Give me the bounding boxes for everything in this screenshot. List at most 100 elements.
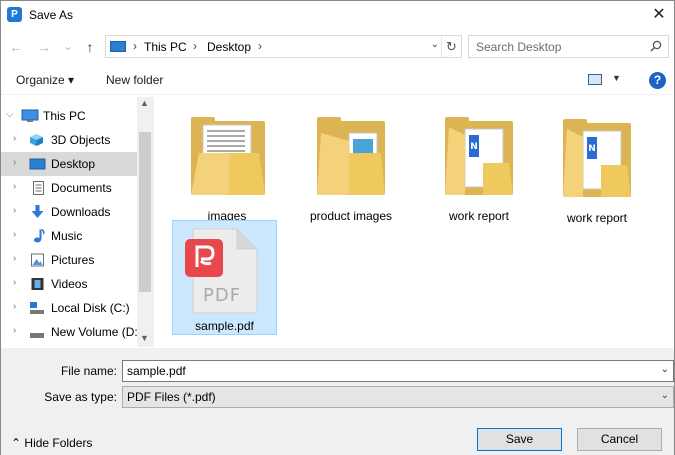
sidebar-item-3d-objects[interactable]: › 3D Objects [1,128,137,152]
file-label: sample.pdf [195,319,254,333]
picture-icon [31,253,44,267]
navigation-pane: ⌵ This PC › 3D Objects › Desktop › Docum… [1,97,154,347]
download-arrow-icon [31,205,44,218]
folder-item-product-images[interactable]: product images [299,103,403,223]
save-form: File name: sample.pdf ⌄ Save as type: PD… [1,348,674,455]
change-view-icon[interactable] [588,74,602,85]
command-toolbar: Organize ▾ New folder ▼ ? [1,65,674,95]
file-name-value[interactable]: sample.pdf [127,364,186,378]
svg-text:N: N [470,142,478,152]
sidebar-item-label: 3D Objects [51,133,111,147]
sidebar-item-music[interactable]: › Music [1,224,137,248]
sidebar-item-label: Music [51,229,83,243]
scroll-up-icon[interactable]: ▲ [140,98,149,108]
wps-p-icon: P [7,7,22,22]
recent-locations-chevron-icon[interactable]: ⌄ [59,37,77,57]
sidebar-item-pictures[interactable]: › Pictures [1,248,137,272]
film-icon [31,278,44,290]
chevron-down-icon[interactable]: ⌄ [661,364,669,375]
search-box[interactable]: Search Desktop [468,35,669,58]
address-dropdown-chevron-icon[interactable]: ⌄ [431,39,439,50]
svg-text:N: N [588,144,596,154]
sidebar-item-label: Local Disk (C:) [51,301,130,315]
file-name-input[interactable]: sample.pdf ⌄ [122,360,674,382]
address-bar[interactable]: › This PC › Desktop › ⌄ ↻ [105,35,462,58]
chevron-right-icon[interactable]: › [13,277,16,288]
monitor-icon [21,109,39,122]
document-icon [33,181,44,195]
sidebar-item-local-disk-c[interactable]: › Local Disk (C:) [1,296,137,320]
chevron-right-icon[interactable]: › [13,205,16,216]
sidebar-scrollbar[interactable]: ▲ ▼ [137,97,153,347]
folder-item-images[interactable]: images [175,103,279,223]
sidebar-item-downloads[interactable]: › Downloads [1,200,137,224]
save-button[interactable]: Save [477,428,562,451]
save-as-type-label: Save as type: [44,390,117,404]
organize-button[interactable]: Organize ▾ [16,73,74,87]
file-name-label: File name: [60,364,117,378]
chevron-right-icon[interactable]: › [13,181,16,192]
sidebar-item-label: Downloads [51,205,111,219]
sidebar-item-videos[interactable]: › Videos [1,272,137,296]
close-button[interactable]: ✕ [644,1,674,29]
folder-with-papers-icon [191,117,265,195]
forward-arrow-icon[interactable]: → [35,37,53,57]
monitor-icon [110,41,126,52]
music-note-icon [34,229,45,243]
breadcrumb-this-pc[interactable]: This PC [144,40,187,54]
breadcrumb-desktop[interactable]: Desktop [207,40,251,54]
search-icon[interactable] [650,40,662,52]
sidebar-item-label: Documents [51,181,112,195]
chevron-right-icon[interactable]: › [13,229,16,240]
chevron-right-icon[interactable]: › [13,325,16,336]
help-icon[interactable]: ? [649,72,666,89]
scrollbar-thumb[interactable] [139,132,151,292]
save-as-dialog: P Save As ✕ ← → ⌄ ↑ › This PC › Desktop … [0,0,675,455]
new-folder-button[interactable]: New folder [106,73,163,87]
chevron-up-icon: ⌃ [11,436,22,450]
chevron-right-icon[interactable]: › [13,133,16,144]
sidebar-item-label: New Volume (D: [51,325,138,339]
cancel-button[interactable]: Cancel [577,428,662,451]
pdf-badge-text: PDF [203,285,242,306]
breadcrumb-separator[interactable]: › [258,39,262,53]
breadcrumb-separator[interactable]: › [133,39,137,53]
chevron-right-icon[interactable]: › [13,301,16,312]
file-item-sample-pdf[interactable]: PDF sample.pdf [172,220,277,335]
breadcrumb-separator[interactable]: › [193,39,197,53]
hide-folders-label: Hide Folders [24,436,93,450]
sidebar-item-documents[interactable]: › Documents [1,176,137,200]
file-list: images product images N work report N wo… [155,97,674,347]
folder-with-word-docs-icon: N [563,119,631,197]
refresh-icon[interactable]: ↻ [441,36,461,57]
navigation-bar: ← → ⌄ ↑ › This PC › Desktop › ⌄ ↻ Search… [1,33,674,61]
chevron-down-icon[interactable]: ⌵ [6,109,14,120]
cube-icon [30,134,43,146]
chevron-right-icon[interactable]: › [13,253,16,264]
search-input[interactable]: Search Desktop [476,40,561,54]
sidebar-item-new-volume-d[interactable]: › New Volume (D: [1,320,138,344]
title-bar: P Save As ✕ [1,1,674,31]
view-options-chevron-icon[interactable]: ▼ [612,73,621,83]
sidebar-item-desktop[interactable]: › Desktop [1,152,137,176]
chevron-right-icon[interactable]: › [13,157,16,168]
desktop-icon [29,158,46,170]
folder-item-work-report[interactable]: N work report [427,103,531,223]
save-as-type-select[interactable]: PDF Files (*.pdf) ⌄ [122,386,674,408]
sidebar-item-label: Videos [51,277,88,291]
chevron-down-icon[interactable]: ⌄ [661,390,669,401]
up-arrow-icon[interactable]: ↑ [81,37,99,57]
scroll-down-icon[interactable]: ▼ [140,333,149,343]
folder-with-images-icon [317,117,385,195]
back-arrow-icon[interactable]: ← [7,37,25,57]
file-label: work report [448,209,510,223]
folder-item-work-report[interactable]: N work report [545,105,649,225]
sidebar-item-label: Desktop [51,157,96,171]
sidebar-item-this-pc[interactable]: ⌵ This PC [1,104,137,128]
sidebar-item-label: Pictures [51,253,95,267]
folder-with-word-docs-icon: N [445,117,513,195]
file-label: product images [309,209,393,223]
save-as-type-value[interactable]: PDF Files (*.pdf) [127,390,216,404]
hide-folders-button[interactable]: ⌃ Hide Folders [11,436,92,450]
sidebar-item-label: This PC [43,109,86,123]
